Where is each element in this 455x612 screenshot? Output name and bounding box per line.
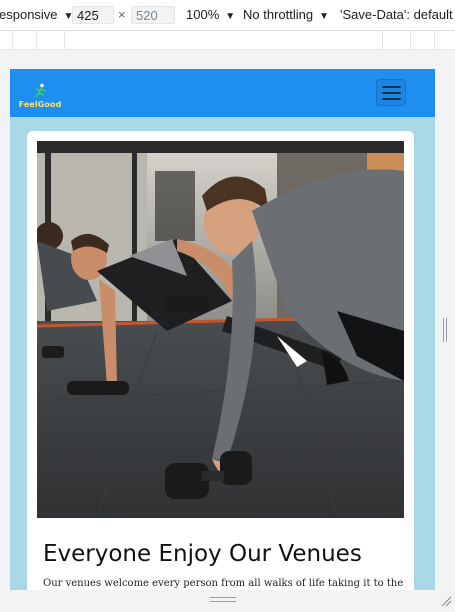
section-body-text: Our venues welcome every person from all… xyxy=(43,578,403,589)
section-headline: Everyone Enjoy Our Venues xyxy=(43,541,362,567)
throttle-select[interactable]: No throttling ▼ xyxy=(243,0,329,30)
width-input[interactable]: 425 xyxy=(72,6,114,24)
height-input[interactable]: 520 xyxy=(131,6,175,24)
dimension-separator: × xyxy=(118,7,126,22)
venue-card: Everyone Enjoy Our Venues Our venues wel… xyxy=(27,131,414,590)
ruler-tick xyxy=(64,31,65,49)
save-data-select[interactable]: 'Save-Data': default▼ xyxy=(340,0,455,30)
zoom-select[interactable]: 100% ▼ xyxy=(186,0,235,30)
gym-workout-photo xyxy=(37,141,404,518)
hamburger-icon xyxy=(382,98,401,100)
ruler-tick xyxy=(434,31,435,49)
device-select[interactable]: esponsive ▼ xyxy=(0,0,73,30)
logo-text: FeelGood xyxy=(18,100,62,109)
gym-photo-illustration xyxy=(37,141,404,518)
corner-resize-icon[interactable] xyxy=(440,594,452,607)
device-viewport: FeelGood Everyone Enjoy Our Venues Our v… xyxy=(10,69,435,590)
device-select-label: esponsive xyxy=(0,7,58,22)
save-data-label: 'Save-Data': default xyxy=(340,7,453,22)
ruler-tick xyxy=(382,31,383,49)
ruler-tick xyxy=(36,31,37,49)
ruler-tick xyxy=(410,31,411,49)
throttle-label: No throttling xyxy=(243,7,314,22)
hamburger-icon xyxy=(382,92,401,94)
bottom-resize-handle[interactable] xyxy=(210,597,236,603)
menu-toggle-button[interactable] xyxy=(376,79,406,106)
zoom-label: 100% xyxy=(186,7,220,22)
chevron-down-icon: ▼ xyxy=(225,11,236,22)
media-query-bar xyxy=(0,31,455,50)
device-toolbar: esponsive ▼ 425 × 520 100% ▼ No throttling… xyxy=(0,0,455,31)
site-logo[interactable]: FeelGood xyxy=(14,83,66,113)
resize-grip-icon xyxy=(441,596,452,607)
chevron-down-icon: ▼ xyxy=(319,11,329,22)
hamburger-icon xyxy=(382,86,401,88)
site-navbar: FeelGood xyxy=(10,69,435,117)
side-resize-handle[interactable] xyxy=(443,318,449,342)
ruler-tick xyxy=(12,31,13,49)
